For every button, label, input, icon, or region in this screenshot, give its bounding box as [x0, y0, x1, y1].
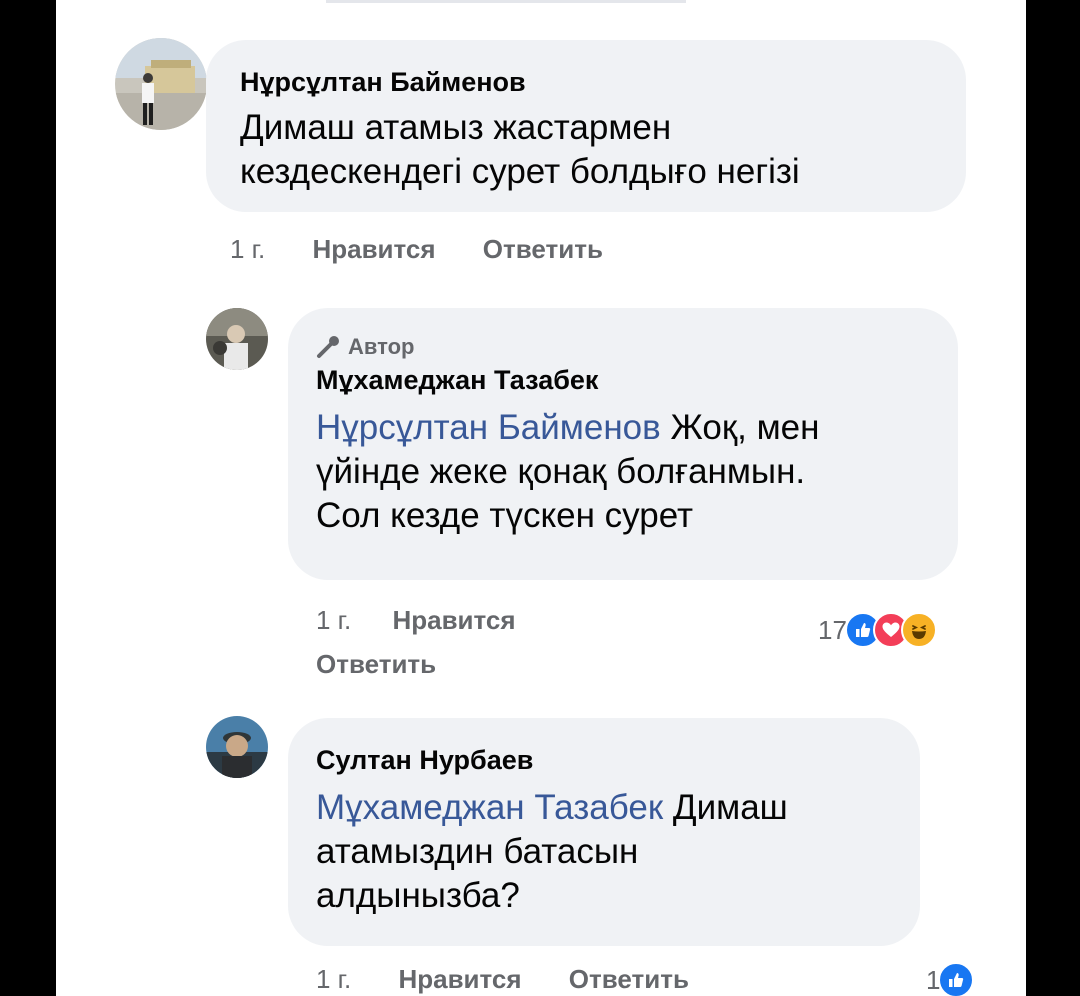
comment-text: Нұрсұлтан Байменов Жоқ, мен үйінде жеке … [316, 406, 958, 538]
like-icon [938, 962, 975, 996]
reply-button[interactable]: Ответить [316, 642, 516, 686]
comment-text-line: алдынызба? [316, 876, 520, 915]
comment-text-line: Димаш атамыз жастармен [240, 108, 672, 147]
comment-text-line: Мұхамеджан Тазабек Димаш [316, 786, 920, 830]
reply-button[interactable]: Ответить [569, 964, 689, 994]
comment-text-line: үйінде жеке қонақ болғанмын. [316, 452, 806, 491]
comment-text-line: атамыздин батасын [316, 832, 639, 871]
comment-text: Димаш атамыз жастармен кездескендегі сур… [240, 106, 966, 194]
comment-bubble: Султан Нурбаев Мұхамеджан Тазабек Димаш … [288, 718, 920, 946]
like-button[interactable]: Нравится [398, 964, 521, 994]
comment-author[interactable]: Нұрсұлтан Байменов [240, 66, 966, 98]
comment-author[interactable]: Султан Нурбаев [316, 744, 920, 776]
comment-actions: 1 г. Нравится Ответить [230, 234, 603, 265]
comment-text-segment: Жоқ, мен [660, 408, 820, 447]
comment-author[interactable]: Мұхамеджан Тазабек [316, 364, 958, 396]
comment-time[interactable]: 1 г. [230, 234, 265, 264]
reaction-summary[interactable]: 1 [926, 962, 975, 996]
like-button[interactable]: Нравится [312, 234, 435, 264]
comment-actions: 1 г. Нравится Ответить [316, 964, 689, 995]
author-badge: Автор [316, 334, 958, 360]
comment-text-line: Нұрсұлтан Байменов Жоқ, мен [316, 406, 958, 450]
comment-time[interactable]: 1 г. [316, 964, 351, 994]
comment-text-line: Сол кезде түскен сурет [316, 496, 694, 535]
avatar[interactable] [115, 38, 207, 130]
mention-link[interactable]: Нұрсұлтан Байменов [316, 408, 661, 447]
comment-text-segment: Димаш [663, 788, 788, 827]
haha-icon [900, 612, 937, 648]
comment-time[interactable]: 1 г. [316, 605, 351, 635]
avatar[interactable] [206, 716, 268, 778]
comment-thread: Нұрсұлтан Байменов Димаш атамыз жастарме… [56, 0, 1026, 996]
comment-text-line: кездескендегі сурет болдығо негізі [240, 152, 800, 191]
mention-link[interactable]: Мұхамеджан Тазабек [316, 788, 663, 827]
comment-text: Мұхамеджан Тазабек Димаш атамыздин батас… [316, 786, 920, 918]
reaction-count: 17 [818, 614, 847, 645]
author-badge-label: Автор [348, 334, 415, 359]
comment-bubble: Автор Мұхамеджан Тазабек Нұрсұлтан Байме… [288, 308, 958, 580]
comment-actions: 1 г. Нравится Ответить [316, 598, 516, 686]
comment-bubble: Нұрсұлтан Байменов Димаш атамыз жастарме… [206, 40, 966, 212]
reaction-summary[interactable]: 17 [818, 612, 937, 648]
like-button[interactable]: Нравится [392, 605, 515, 635]
divider [326, 0, 686, 3]
microphone-icon [317, 336, 339, 358]
reply-button[interactable]: Ответить [483, 234, 603, 264]
avatar[interactable] [206, 308, 268, 370]
